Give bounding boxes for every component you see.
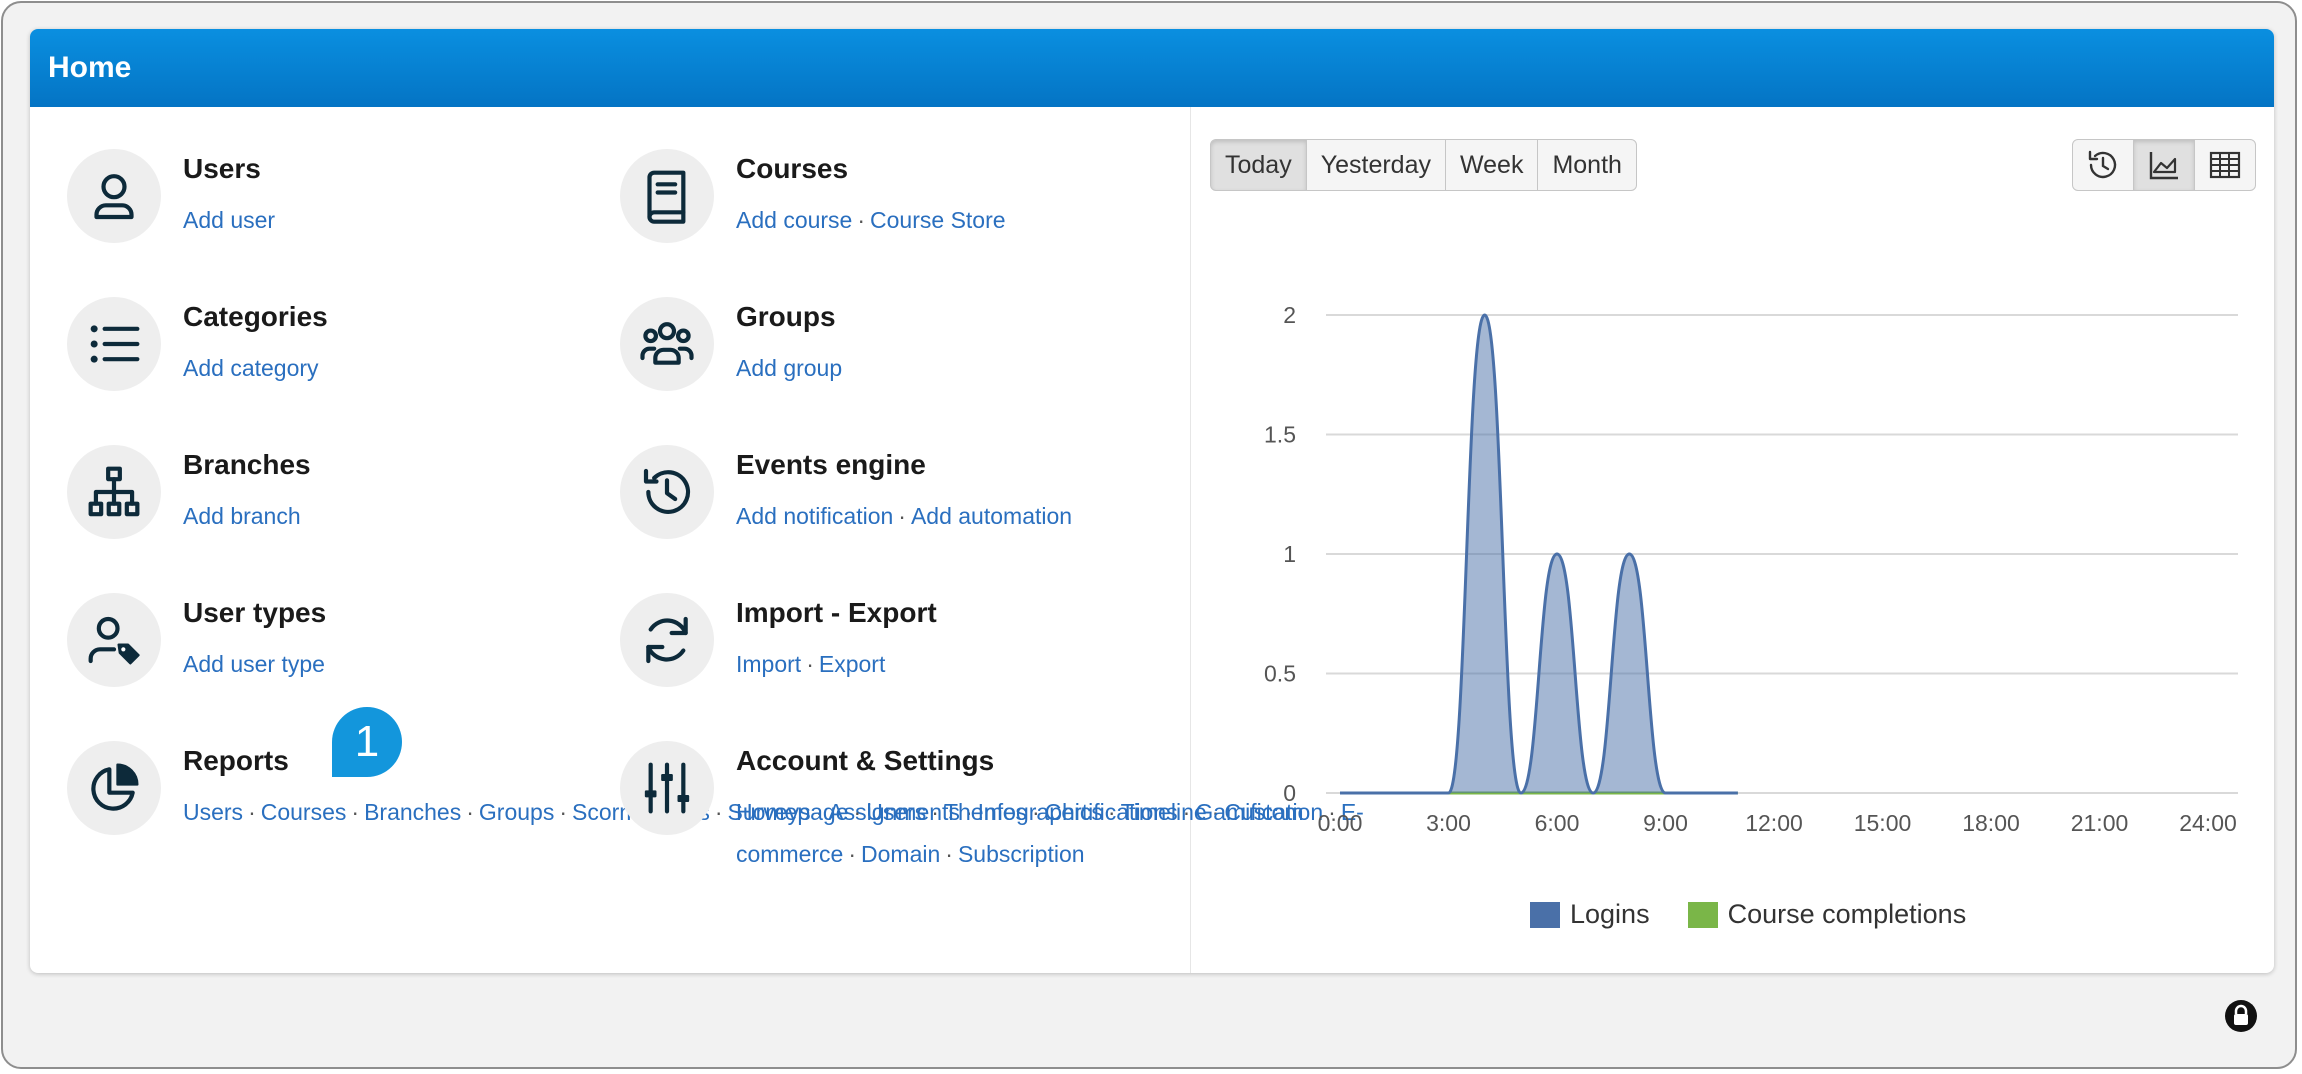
lock-icon[interactable] <box>2224 999 2258 1033</box>
y-tick-label: 1 <box>1283 541 1296 567</box>
home-panel: Home Users Add user Categories Add category… <box>30 29 2274 973</box>
legend-swatch <box>1687 901 1718 928</box>
legend-label: Logins <box>1570 899 1650 929</box>
y-tick-label: 2 <box>1283 302 1296 328</box>
x-tick-label: 9:00 <box>1643 810 1688 836</box>
y-tick-label: 0 <box>1283 780 1296 806</box>
y-tick-label: 1.5 <box>1264 422 1296 448</box>
logins-chart: 0 0.5 1 1.5 2 0:00 3:00 6:00 9:00 12:00 15:00 18:00… <box>1264 302 2238 836</box>
legend-swatch <box>1530 901 1560 928</box>
x-tick-label: 21:00 <box>2071 810 2129 836</box>
x-tick-label: 24:00 <box>2179 810 2237 836</box>
x-tick-label: 6:00 <box>1535 810 1580 836</box>
legend-label: Course completions <box>1727 899 1967 929</box>
chart-legend: Logins Course completions <box>1530 899 2004 930</box>
x-tick-label: 3:00 <box>1426 810 1471 836</box>
x-tick-label: 15:00 <box>1854 810 1912 836</box>
y-tick-label: 0.5 <box>1264 661 1296 687</box>
window-frame: Home Users Add user Categories Add category… <box>1 1 2297 1069</box>
x-tick-label: 0:00 <box>1318 810 1363 836</box>
legend-entry[interactable]: Course completions <box>1687 899 1967 930</box>
legend-entry[interactable]: Logins <box>1530 899 1650 930</box>
x-tick-label: 18:00 <box>1962 810 2020 836</box>
x-tick-label: 12:00 <box>1745 810 1803 836</box>
